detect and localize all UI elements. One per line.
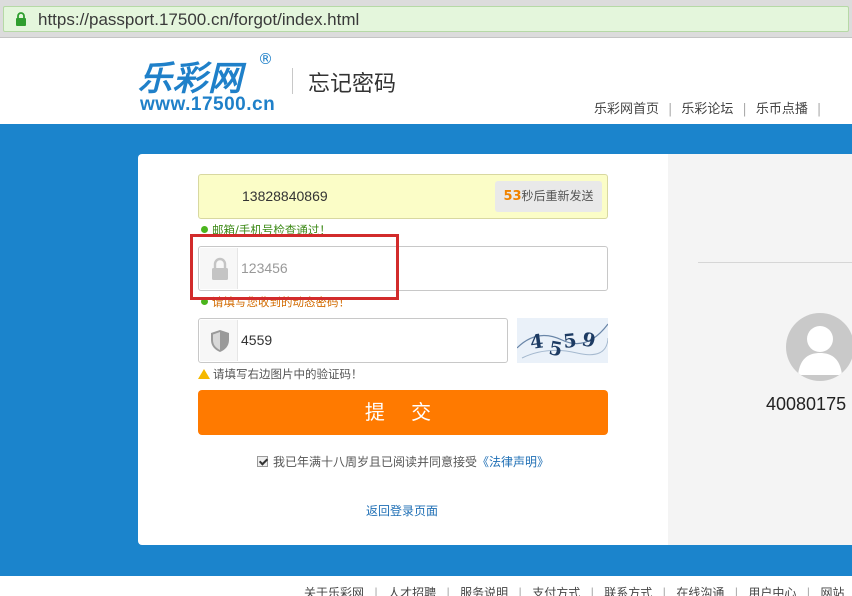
registered-mark: ®: [258, 50, 273, 68]
page-title: 忘记密码: [308, 72, 397, 97]
footer-service-link[interactable]: 服务说明: [460, 586, 508, 596]
footer-user-center-link[interactable]: 用户中心: [748, 586, 796, 596]
captcha-field-icon-box: [200, 320, 238, 361]
lock-icon: [16, 12, 26, 26]
service-phone-number: 40080175: [766, 394, 847, 414]
legal-notice-link[interactable]: 《法律声明》: [477, 455, 549, 469]
captcha-value: 4559: [241, 332, 273, 348]
header-divider: [292, 68, 293, 94]
site-header: 乐彩网 ® www.17500.cn 忘记密码 乐彩网首页 | 乐彩论坛 | 乐币点播 |: [0, 38, 852, 124]
warning-icon: [198, 369, 210, 379]
svg-text:9: 9: [580, 328, 598, 352]
svg-text:5: 5: [562, 330, 577, 353]
agree-text: 我已年满十八周岁且已阅读并同意接受: [273, 455, 478, 469]
footer-nav: 关于乐彩网 | 人才招聘 | 服务说明 | 支付方式 | 联系方式 | 在线沟通 | 用户中心 | 网站: [304, 584, 844, 596]
footer-jobs-link[interactable]: 人才招聘: [388, 586, 436, 596]
footer-payment-link[interactable]: 支付方式: [532, 586, 580, 596]
success-dot-icon: [201, 226, 208, 233]
phone-field[interactable]: 13828840869 53秒后重新发送: [198, 174, 608, 219]
side-divider: [698, 262, 852, 263]
agreement-row: 我已年满十八周岁且已阅读并同意接受《法律声明》: [257, 453, 549, 470]
resend-countdown: 53: [503, 189, 522, 204]
red-highlight-box: [190, 234, 399, 300]
shield-icon: [211, 330, 229, 352]
site-logo[interactable]: 乐彩网: [138, 51, 243, 100]
qq-avatar-icon[interactable]: [786, 313, 852, 381]
footer-about-link[interactable]: 关于乐彩网: [304, 586, 364, 596]
submit-button[interactable]: 提 交: [198, 390, 608, 435]
top-nav: 乐彩网首页 | 乐彩论坛 | 乐币点播 |: [594, 102, 822, 117]
captcha-input[interactable]: 4559: [198, 318, 508, 363]
back-to-login-link[interactable]: 返回登录页面: [366, 502, 438, 519]
nav-coin-link[interactable]: 乐币点播: [756, 102, 808, 117]
captcha-hint: 请填写右边图片中的验证码！: [198, 366, 363, 382]
footer-contact-link[interactable]: 联系方式: [604, 586, 652, 596]
svg-text:5: 5: [547, 337, 564, 361]
site-footer: 关于乐彩网 | 人才招聘 | 服务说明 | 支付方式 | 联系方式 | 在线沟通 | 用户中心 | 网站: [0, 576, 852, 596]
nav-forum-link[interactable]: 乐彩论坛: [681, 102, 733, 117]
phone-value: 13828840869: [242, 188, 328, 204]
url-text: https://passport.17500.cn/forgot/index.h…: [38, 10, 360, 29]
url-field[interactable]: https://passport.17500.cn/forgot/index.h…: [3, 6, 849, 32]
svg-text:4: 4: [529, 330, 545, 354]
agree-checkbox[interactable]: [257, 456, 268, 467]
logo-url: www.17500.cn: [140, 94, 276, 115]
footer-site-link[interactable]: 网站: [820, 586, 844, 596]
browser-address-bar: https://passport.17500.cn/forgot/index.h…: [0, 0, 852, 38]
resend-label: 秒后重新发送: [521, 189, 594, 203]
footer-chat-link[interactable]: 在线沟通: [676, 586, 724, 596]
captcha-image[interactable]: 4 5 5 9: [517, 318, 608, 363]
nav-home-link[interactable]: 乐彩网首页: [594, 102, 659, 117]
resend-button[interactable]: 53秒后重新发送: [495, 181, 602, 212]
